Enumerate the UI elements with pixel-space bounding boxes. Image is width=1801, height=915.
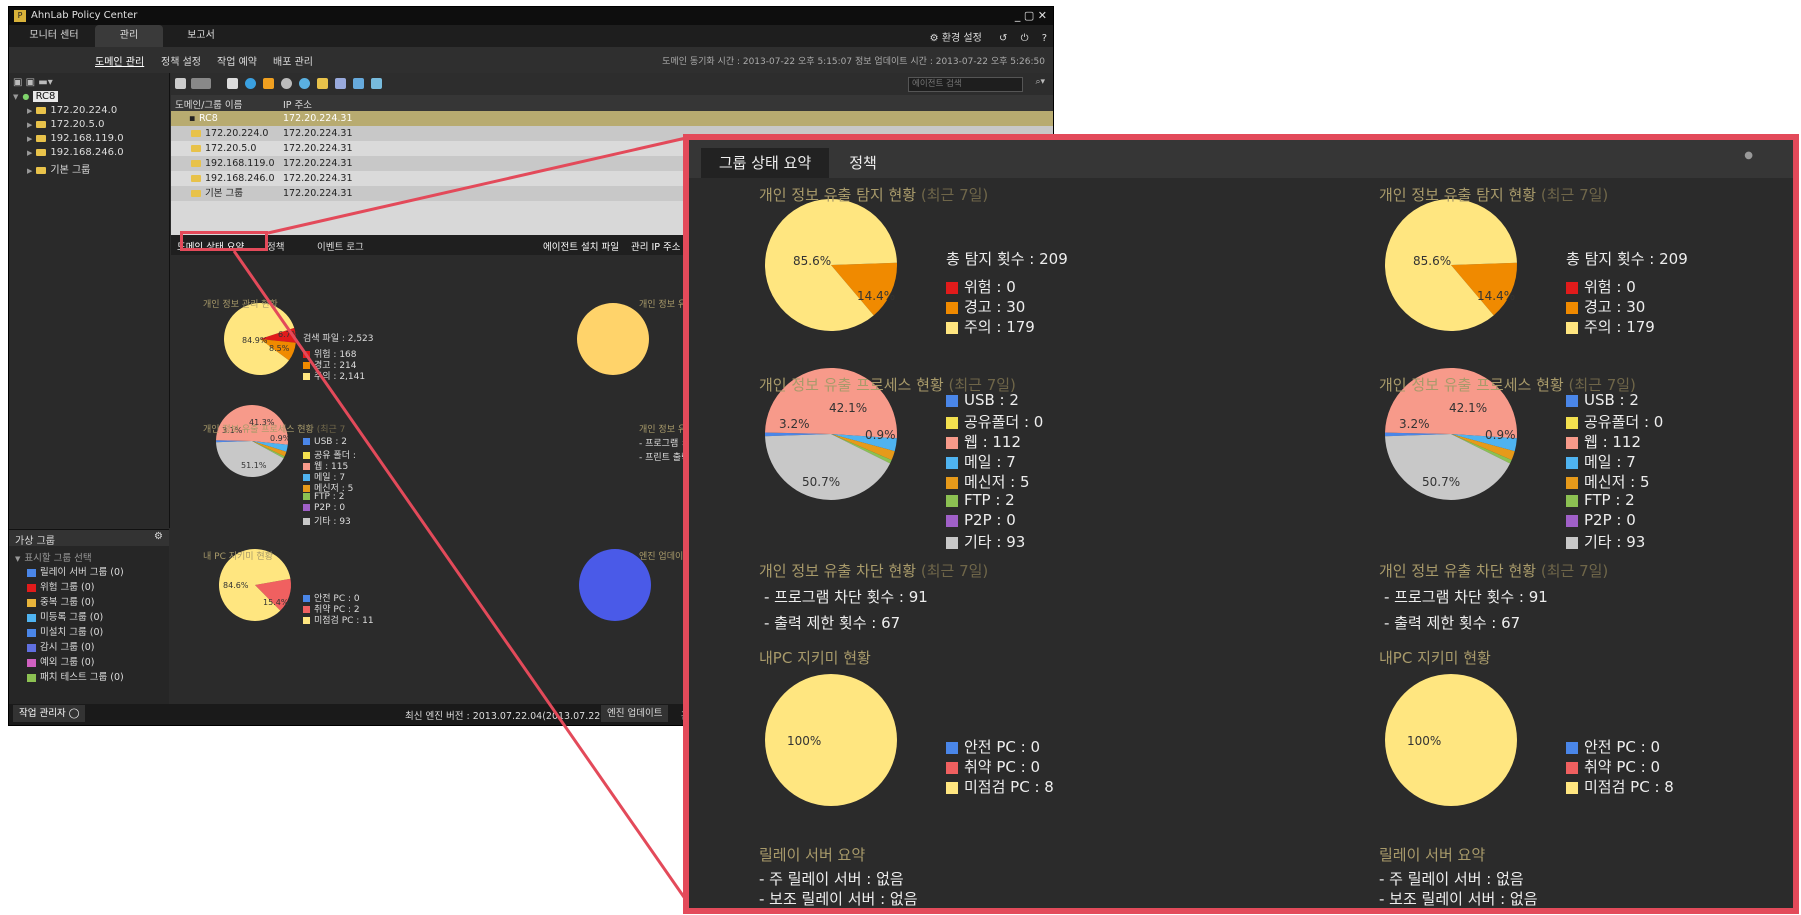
pc-title: 내PC 지키미 현황 [1379, 649, 1491, 667]
process-pie-0-data-label: 3.2% [779, 417, 810, 431]
process-pie-1-data-label: 42.1% [1449, 401, 1487, 415]
pc-legend-unchecked: 미점검 PC : 8 [1566, 776, 1674, 797]
process-legend-web: 웹 : 112 [1566, 431, 1641, 452]
pc-pie-0-slice-2 [765, 674, 897, 806]
detect-pie-1: 85.6% 14.4% [1385, 199, 1517, 332]
process-legend-ftp: FTP : 2 [1566, 491, 1635, 509]
process-legend-mail: 메일 : 7 [1566, 451, 1636, 472]
process-legend-etc: 기타 : 93 [946, 531, 1025, 552]
pc-pie-1-slice-2 [1385, 674, 1517, 806]
pc-pie-0: 100% [765, 674, 897, 806]
process-pie-0-data-label: 50.7% [802, 475, 840, 489]
process-legend-messenger: 메신저 : 5 [1566, 471, 1650, 492]
process-legend-etc: 기타 : 93 [1566, 531, 1645, 552]
block-line-1: - 프로그램 차단 횟수 : 91 [1384, 588, 1548, 606]
process-legend-share: 공유폴더 : 0 [1566, 411, 1663, 432]
relay-line-1: - 주 릴레이 서버 : 없음 [759, 870, 904, 888]
detect-total: 총 탐지 횟수 : 209 [1566, 250, 1688, 268]
pc-legend-safe: 안전 PC : 0 [946, 736, 1040, 757]
detect-pie-0-data-label: 14.4% [857, 289, 895, 303]
relay-line-1: - 주 릴레이 서버 : 없음 [1379, 870, 1524, 888]
relay-title: 릴레이 서버 요약 [1379, 846, 1486, 864]
detect-pie-0: 85.6% 14.4% [765, 199, 897, 331]
process-pie-0-data-label: 42.1% [829, 401, 867, 415]
process-legend-usb: USB : 2 [946, 391, 1019, 409]
process-pie-1-data-label: 50.7% [1422, 475, 1460, 489]
process-legend-share: 공유폴더 : 0 [946, 411, 1043, 432]
process-legend-ftp: FTP : 2 [946, 491, 1015, 509]
process-legend-p2p: P2P : 0 [946, 511, 1016, 529]
pc-pie-1: 100% [1385, 674, 1517, 806]
process-legend-p2p: P2P : 0 [1566, 511, 1636, 529]
pc-legend-vuln: 취약 PC : 0 [1566, 756, 1660, 777]
detect-pie-1-data-label: 85.6% [1413, 254, 1451, 268]
detect-legend-warning: 경고 : 30 [1566, 296, 1645, 317]
pc-title: 내PC 지키미 현황 [759, 649, 871, 667]
pc-legend-unchecked: 미점검 PC : 8 [946, 776, 1054, 797]
detect-pie-1-data-label: 14.4% [1477, 289, 1515, 303]
pc-legend-vuln: 취약 PC : 0 [946, 756, 1040, 777]
process-pie-1-data-label: 0.9% [1485, 428, 1516, 442]
block-title: 개인 정보 유출 차단 현황 (최근 7일) [1379, 562, 1609, 580]
relay-title: 릴레이 서버 요약 [759, 846, 866, 864]
process-legend-usb: USB : 2 [1566, 391, 1639, 409]
pc-legend-safe: 안전 PC : 0 [1566, 736, 1660, 757]
detect-title: 개인 정보 유출 탐지 현황 (최근 7일) [1379, 186, 1609, 204]
detect-legend-caution: 주의 : 179 [1566, 316, 1655, 337]
relay-line-2: - 보조 릴레이 서버 : 없음 [1379, 890, 1538, 908]
detect-total: 총 탐지 횟수 : 209 [946, 250, 1068, 268]
process-legend-web: 웹 : 112 [946, 431, 1021, 452]
process-pie-1-data-label: 3.2% [1399, 417, 1430, 431]
pc-pie-0-data-label: 100% [787, 734, 821, 748]
detect-legend-caution: 주의 : 179 [946, 316, 1035, 337]
relay-line-2: - 보조 릴레이 서버 : 없음 [759, 890, 918, 908]
detect-legend-danger: 위험 : 0 [946, 276, 1016, 297]
process-pie-0-data-label: 0.9% [865, 428, 896, 442]
block-line-2: - 출력 제한 횟수 : 67 [1384, 614, 1521, 632]
zoomed-summary-panel: 그룹 상태 요약 정책 ● 85.6% 14.4% 42.1% 0.9% 50.7% 3.… [683, 134, 1799, 914]
process-legend-mail: 메일 : 7 [946, 451, 1016, 472]
detect-legend-warning: 경고 : 30 [946, 296, 1025, 317]
block-line-1: - 프로그램 차단 횟수 : 91 [764, 588, 928, 606]
block-line-2: - 출력 제한 횟수 : 67 [764, 614, 901, 632]
detect-legend-danger: 위험 : 0 [1566, 276, 1636, 297]
callout-line-top [267, 136, 687, 235]
detect-pie-0-data-label: 85.6% [793, 254, 831, 268]
callout-line-bottom [232, 250, 688, 901]
process-legend-messenger: 메신저 : 5 [946, 471, 1030, 492]
pc-pie-1-data-label: 100% [1407, 734, 1441, 748]
detect-title: 개인 정보 유출 탐지 현황 (최근 7일) [759, 186, 989, 204]
block-title: 개인 정보 유출 차단 현황 (최근 7일) [759, 562, 989, 580]
